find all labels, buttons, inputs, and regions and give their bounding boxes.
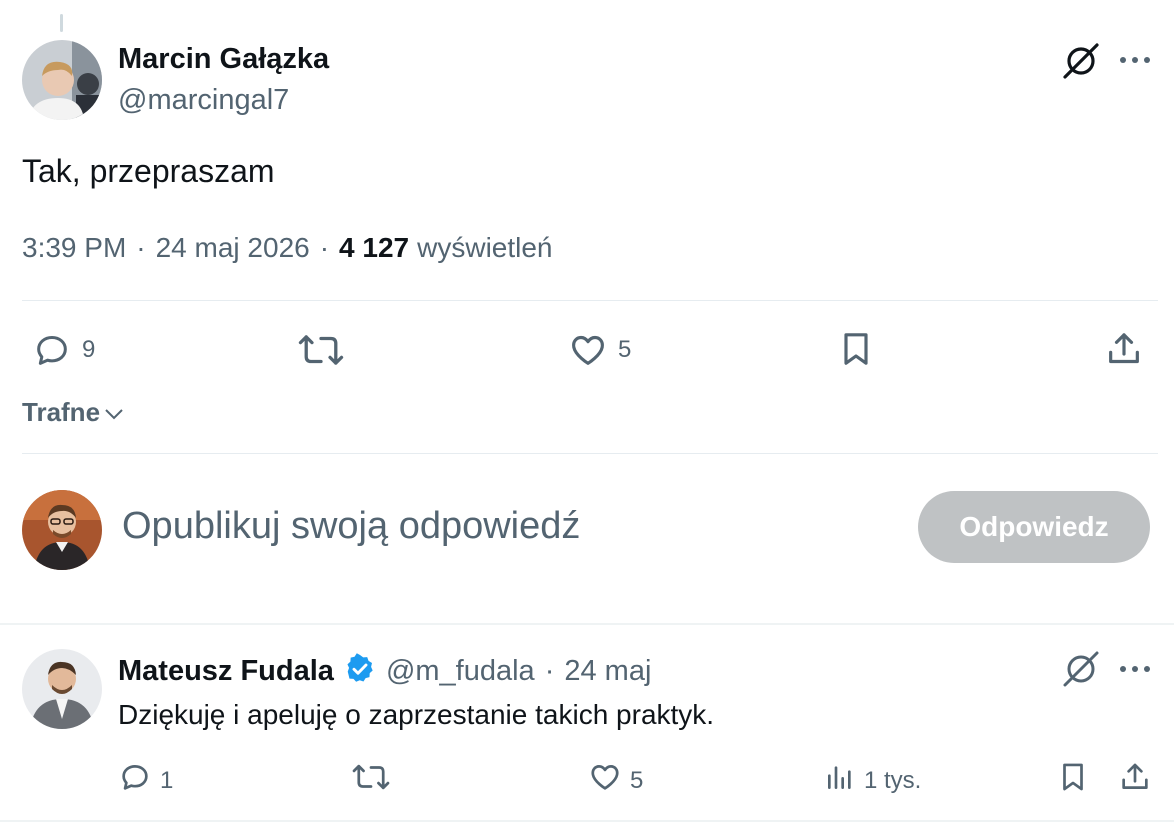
current-user-avatar[interactable]: [22, 490, 102, 570]
reply-count: 1: [160, 766, 174, 794]
author-avatar[interactable]: [22, 40, 102, 120]
reply-author-name[interactable]: Mateusz Fudala: [118, 655, 334, 688]
meta-separator: ·: [319, 232, 330, 263]
bookmark-icon: [836, 328, 876, 370]
share-icon: [1104, 328, 1144, 370]
bookmark-icon: [1056, 758, 1090, 803]
reply-like-action[interactable]: 5: [588, 760, 643, 801]
bookmark-action[interactable]: [836, 328, 876, 370]
reply-count: 9: [82, 336, 96, 363]
divider: [22, 453, 1158, 454]
sort-label: Trafne: [22, 397, 101, 427]
like-action[interactable]: 5: [568, 330, 631, 370]
reply-header: Mateusz Fudala @m_fudala · 24 maj: [118, 653, 651, 690]
compose-input[interactable]: Opublikuj swoją odpowiedź: [122, 505, 580, 548]
post-date[interactable]: 24 maj 2026: [156, 232, 310, 264]
retweet-action[interactable]: [298, 330, 344, 370]
like-count: 5: [630, 766, 644, 794]
meta-separator: ·: [544, 655, 555, 687]
more-icon[interactable]: [1118, 52, 1152, 68]
more-icon[interactable]: [1118, 661, 1152, 677]
share-icon: [1118, 758, 1152, 803]
divider: [0, 623, 1174, 625]
reply-icon: [32, 330, 72, 370]
thread-connector: [60, 14, 63, 32]
like-icon: [568, 330, 608, 370]
like-count: 5: [618, 336, 632, 363]
grok-icon[interactable]: [1062, 650, 1100, 688]
meta-separator: ·: [136, 232, 146, 263]
retweet-icon: [298, 330, 344, 370]
share-action[interactable]: [1104, 328, 1144, 370]
sort-dropdown[interactable]: Trafne: [22, 397, 124, 428]
views-icon: [824, 760, 856, 801]
reply-author-handle[interactable]: @m_fudala: [386, 655, 535, 688]
reply-share-action[interactable]: [1118, 758, 1152, 803]
post-text: Tak, przepraszam: [22, 153, 275, 189]
reply-icon: [118, 760, 152, 801]
reply-date[interactable]: 24 maj: [564, 655, 651, 688]
reply-action[interactable]: 9: [32, 330, 95, 370]
reply-author-avatar[interactable]: [22, 649, 102, 729]
chevron-down-icon: [104, 397, 124, 428]
reply-button[interactable]: Odpowiedz: [918, 491, 1150, 563]
views-count: 1 tys.: [864, 766, 922, 794]
retweet-icon: [352, 760, 390, 801]
post-time[interactable]: 3:39 PM: [22, 232, 126, 264]
views-label: wyświetleń: [417, 232, 553, 263]
reply-reply-action[interactable]: 1: [118, 760, 173, 801]
grok-icon[interactable]: [1062, 42, 1100, 80]
divider: [0, 820, 1174, 822]
like-icon: [588, 760, 622, 801]
reply-text: Dziękuję i apeluję o zaprzestanie takich…: [118, 699, 715, 730]
post-meta: 3:39 PM · 24 maj 2026 · 4 127 wyświetleń: [22, 232, 553, 264]
reply-views-action[interactable]: 1 tys.: [824, 760, 921, 801]
reply-bookmark-action[interactable]: [1056, 758, 1090, 803]
verified-icon: [344, 653, 376, 690]
author-handle[interactable]: @marcingal7: [118, 84, 289, 117]
reply-retweet-action[interactable]: [352, 760, 390, 801]
divider: [22, 300, 1158, 301]
author-name[interactable]: Marcin Gałązka: [118, 43, 329, 76]
views-count: 4 127: [339, 232, 410, 263]
